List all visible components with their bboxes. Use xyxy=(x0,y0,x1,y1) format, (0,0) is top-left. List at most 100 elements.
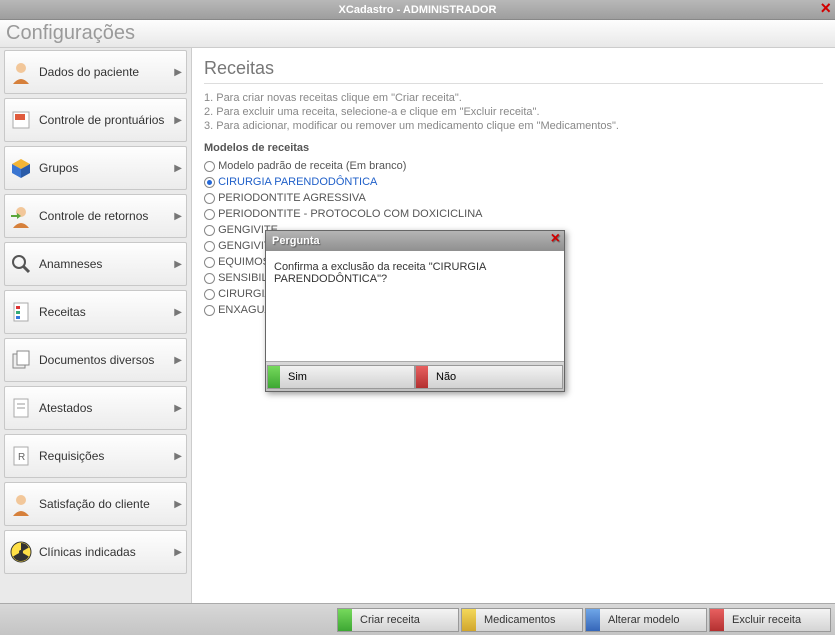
radio-icon[interactable] xyxy=(204,225,215,236)
person-icon xyxy=(7,58,35,86)
button-label: Excluir receita xyxy=(732,614,801,626)
button-label: Alterar modelo xyxy=(608,614,680,626)
person-icon xyxy=(7,490,35,518)
button-label: Medicamentos xyxy=(484,614,556,626)
sidebar-item-label: Clínicas indicadas xyxy=(39,545,136,559)
medicamentos-button[interactable]: Medicamentos xyxy=(461,608,583,632)
stripe-green-icon xyxy=(338,609,352,631)
chevron-right-icon: ▶ xyxy=(174,451,182,462)
sidebar-item-label: Receitas xyxy=(39,305,86,319)
recipe-label: PERIODONTITE AGRESSIVA xyxy=(218,192,366,204)
chevron-right-icon: ▶ xyxy=(174,211,182,222)
radio-icon[interactable] xyxy=(204,161,215,172)
svg-text:R: R xyxy=(18,452,25,463)
radio-icon[interactable] xyxy=(204,209,215,220)
sidebar-item-anamneses[interactable]: Anamneses ▶ xyxy=(4,242,187,286)
radio-icon[interactable] xyxy=(204,257,215,268)
recipe-label: Modelo padrão de receita (Em branco) xyxy=(218,160,406,172)
dialog-no-button[interactable]: Não xyxy=(415,365,563,389)
sidebar-item-retornos[interactable]: Controle de retornos ▶ xyxy=(4,194,187,238)
chevron-right-icon: ▶ xyxy=(174,355,182,366)
recipe-item[interactable]: PERIODONTITE - PROTOCOLO COM DOXICICLINA xyxy=(204,206,823,222)
instruction-line: 3. Para adicionar, modificar ou remover … xyxy=(204,120,823,132)
radio-icon[interactable] xyxy=(204,193,215,204)
sidebar: Dados do paciente ▶ Controle de prontuár… xyxy=(0,48,192,603)
instruction-line: 1. Para criar novas receitas clique em "… xyxy=(204,92,823,104)
magnifier-icon xyxy=(7,250,35,278)
sidebar-item-atestados[interactable]: Atestados ▶ xyxy=(4,386,187,430)
sidebar-item-label: Satisfação do cliente xyxy=(39,497,150,511)
stripe-green-icon xyxy=(268,366,280,388)
instruction-line: 2. Para excluir uma receita, selecione-a… xyxy=(204,106,823,118)
recipe-icon xyxy=(7,298,35,326)
requisition-icon: R xyxy=(7,442,35,470)
footer-toolbar: Criar receita Medicamentos Alterar model… xyxy=(0,603,835,635)
chevron-right-icon: ▶ xyxy=(174,403,182,414)
dialog-message: Confirma a exclusão da receita "CIRURGIA… xyxy=(274,261,486,285)
chevron-right-icon: ▶ xyxy=(174,499,182,510)
radiation-icon xyxy=(7,538,35,566)
documents-icon xyxy=(7,346,35,374)
sidebar-item-documentos[interactable]: Documentos diversos ▶ xyxy=(4,338,187,382)
recipe-item[interactable]: PERIODONTITE AGRESSIVA xyxy=(204,190,823,206)
button-label: Criar receita xyxy=(360,614,420,626)
recipe-item[interactable]: Modelo padrão de receita (Em branco) xyxy=(204,158,823,174)
chevron-right-icon: ▶ xyxy=(174,115,182,126)
chevron-right-icon: ▶ xyxy=(174,67,182,78)
chevron-right-icon: ▶ xyxy=(174,547,182,558)
button-label: Não xyxy=(436,371,456,383)
document-red-icon xyxy=(7,106,35,134)
stripe-red-icon xyxy=(710,609,724,631)
sidebar-item-label: Requisições xyxy=(39,449,104,463)
instructions: 1. Para criar novas receitas clique em "… xyxy=(204,92,823,132)
subheading: Modelos de receitas xyxy=(204,142,823,154)
button-label: Sim xyxy=(288,371,307,383)
chevron-right-icon: ▶ xyxy=(174,163,182,174)
excluir-receita-button[interactable]: Excluir receita xyxy=(709,608,831,632)
dialog-footer: Sim Não xyxy=(266,361,564,391)
recipe-item[interactable]: CIRURGIA PARENDODÔNTICA xyxy=(204,174,823,190)
confirm-dialog: Pergunta × Confirma a exclusão da receit… xyxy=(265,230,565,392)
criar-receita-button[interactable]: Criar receita xyxy=(337,608,459,632)
person-arrow-icon xyxy=(7,202,35,230)
dialog-close-icon[interactable]: × xyxy=(551,230,560,248)
sidebar-item-prontuarios[interactable]: Controle de prontuários ▶ xyxy=(4,98,187,142)
sidebar-item-dados-paciente[interactable]: Dados do paciente ▶ xyxy=(4,50,187,94)
chevron-right-icon: ▶ xyxy=(174,259,182,270)
sidebar-item-grupos[interactable]: Grupos ▶ xyxy=(4,146,187,190)
sidebar-item-label: Dados do paciente xyxy=(39,65,139,79)
window-close-icon[interactable]: × xyxy=(820,0,831,19)
window-title: XCadastro - ADMINISTRADOR xyxy=(339,4,497,16)
sidebar-item-label: Controle de retornos xyxy=(39,209,148,223)
radio-icon[interactable] xyxy=(204,289,215,300)
radio-icon[interactable] xyxy=(204,273,215,284)
radio-icon[interactable] xyxy=(204,241,215,252)
sidebar-item-label: Controle de prontuários xyxy=(39,113,164,127)
window-titlebar: XCadastro - ADMINISTRADOR × xyxy=(0,0,835,20)
sidebar-item-receitas[interactable]: Receitas ▶ xyxy=(4,290,187,334)
dialog-titlebar[interactable]: Pergunta × xyxy=(266,231,564,251)
radio-icon[interactable] xyxy=(204,305,215,316)
sidebar-item-label: Anamneses xyxy=(39,257,102,271)
sidebar-item-satisfacao[interactable]: Satisfação do cliente ▶ xyxy=(4,482,187,526)
cube-icon xyxy=(7,154,35,182)
radio-icon[interactable] xyxy=(204,177,215,188)
sidebar-item-clinicas[interactable]: Clínicas indicadas ▶ xyxy=(4,530,187,574)
dialog-body: Confirma a exclusão da receita "CIRURGIA… xyxy=(266,251,564,361)
page-title: Receitas xyxy=(204,58,823,79)
dialog-yes-button[interactable]: Sim xyxy=(267,365,415,389)
stripe-yellow-icon xyxy=(462,609,476,631)
page-header: Configurações xyxy=(0,20,835,48)
alterar-modelo-button[interactable]: Alterar modelo xyxy=(585,608,707,632)
page-header-title: Configurações xyxy=(6,22,135,45)
recipe-label: CIRURGIA PARENDODÔNTICA xyxy=(218,176,377,188)
chevron-right-icon: ▶ xyxy=(174,307,182,318)
sidebar-item-label: Documentos diversos xyxy=(39,353,154,367)
sidebar-item-requisicoes[interactable]: R Requisições ▶ xyxy=(4,434,187,478)
sidebar-item-label: Grupos xyxy=(39,161,78,175)
stripe-red-icon xyxy=(416,366,428,388)
stripe-blue-icon xyxy=(586,609,600,631)
dialog-title: Pergunta xyxy=(272,235,320,247)
certificate-icon xyxy=(7,394,35,422)
sidebar-item-label: Atestados xyxy=(39,401,92,415)
